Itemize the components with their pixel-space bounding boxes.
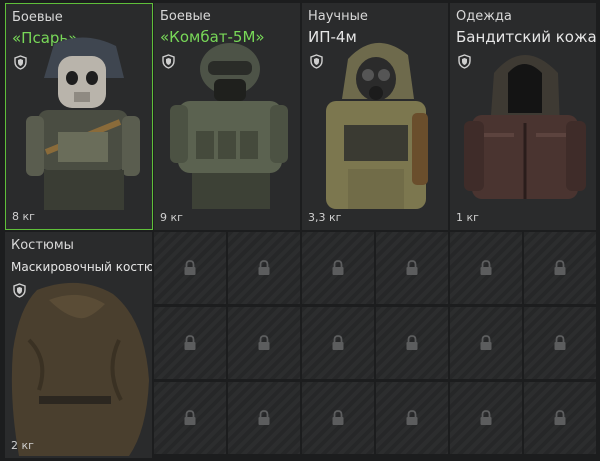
item-weight: 9 кг	[160, 211, 183, 224]
item-card-ip4m[interactable]: Научные ИП-4м 3,3 кг	[302, 3, 448, 230]
locked-slot	[302, 382, 374, 454]
padlock-icon	[406, 410, 418, 425]
locked-slot	[524, 307, 596, 379]
locked-slot	[154, 307, 226, 379]
padlock-icon	[332, 335, 344, 350]
item-category: Боевые	[160, 9, 211, 24]
locked-slot	[450, 232, 522, 304]
locked-slot	[376, 307, 448, 379]
padlock-icon	[184, 260, 196, 275]
locked-slot	[450, 382, 522, 454]
item-card-ghillie-suit[interactable]: Костюмы Маскировочный костюм... 2 кг	[5, 232, 152, 458]
item-weight: 3,3 кг	[308, 211, 342, 224]
item-category: Научные	[308, 9, 368, 24]
locked-slot	[302, 232, 374, 304]
locked-slot	[376, 232, 448, 304]
padlock-icon	[184, 410, 196, 425]
gasmask-suit-icon	[326, 42, 428, 209]
item-category: Боевые	[12, 10, 63, 25]
padlock-icon	[554, 410, 566, 425]
padlock-icon	[480, 335, 492, 350]
item-category: Одежда	[456, 9, 512, 24]
locked-slot	[154, 382, 226, 454]
padlock-icon	[554, 335, 566, 350]
padlock-icon	[480, 410, 492, 425]
locked-slot	[228, 232, 300, 304]
padlock-icon	[406, 335, 418, 350]
padlock-icon	[406, 260, 418, 275]
locked-slot	[376, 382, 448, 454]
item-category: Костюмы	[11, 238, 74, 253]
item-weight: 2 кг	[11, 439, 34, 452]
locked-slot	[154, 232, 226, 304]
locked-slot	[450, 307, 522, 379]
padlock-icon	[332, 410, 344, 425]
padlock-icon	[554, 260, 566, 275]
item-card-psar[interactable]: Боевые «Псарь» 8 кг	[5, 3, 153, 230]
item-card-bandit-jacket[interactable]: Одежда Бандитский кожак 1 кг	[450, 3, 596, 230]
padlock-icon	[184, 335, 196, 350]
locked-slot	[524, 382, 596, 454]
padlock-icon	[258, 260, 270, 275]
locked-slot	[524, 232, 596, 304]
item-card-kombat[interactable]: Боевые «Комбат-5М» 9 кг	[154, 3, 300, 230]
locked-slot	[302, 307, 374, 379]
kombat-armor-icon	[170, 43, 288, 209]
item-name: Маскировочный костюм...	[11, 260, 152, 274]
padlock-icon	[332, 260, 344, 275]
ghillie-suit-icon	[11, 282, 149, 456]
locked-slot	[228, 307, 300, 379]
leather-jacket-icon	[464, 55, 586, 199]
item-weight: 8 кг	[12, 210, 35, 223]
padlock-icon	[480, 260, 492, 275]
padlock-icon	[258, 335, 270, 350]
locked-slot	[228, 382, 300, 454]
psar-armor-icon	[26, 37, 140, 210]
padlock-icon	[258, 410, 270, 425]
item-weight: 1 кг	[456, 211, 479, 224]
